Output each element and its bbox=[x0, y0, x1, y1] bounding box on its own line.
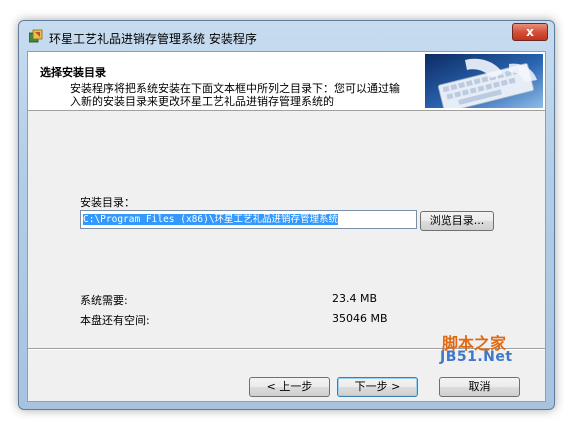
site-watermark: 脚本之家 JB51.Net bbox=[438, 330, 534, 370]
browse-button[interactable]: 浏览目录... bbox=[420, 211, 494, 231]
install-path-text: C:\Program Files (x86)\环星工艺礼品进销存管理系统 bbox=[83, 214, 339, 225]
title-bar[interactable]: 环星工艺礼品进销存管理系统 安装程序 x bbox=[19, 21, 554, 47]
page-description: 安装程序将把系统安装在下面文本框中所列之目录下：您可以通过输入新的安装目录来更改… bbox=[70, 82, 400, 108]
required-space-label: 系统需要: bbox=[80, 294, 128, 307]
page-title: 选择安装目录 bbox=[40, 66, 106, 79]
available-space-value: 35046 MB bbox=[332, 312, 388, 325]
close-button[interactable]: x bbox=[512, 23, 548, 41]
next-button[interactable]: 下一步 > bbox=[337, 377, 418, 397]
install-path-input[interactable]: C:\Program Files (x86)\环星工艺礼品进销存管理系统 bbox=[80, 210, 417, 229]
app-icon bbox=[29, 29, 43, 43]
install-dir-label: 安装目录： bbox=[80, 196, 135, 209]
available-space-label: 本盘还有空间: bbox=[80, 314, 150, 327]
watermark-text-en: JB51.Net bbox=[440, 349, 513, 365]
cancel-button[interactable]: 取消 bbox=[439, 377, 520, 397]
header-panel: 选择安装目录 安装程序将把系统安装在下面文本框中所列之目录下：您可以通过输入新的… bbox=[28, 52, 545, 111]
keyboard-image bbox=[425, 54, 543, 108]
required-space-value: 23.4 MB bbox=[332, 292, 378, 305]
window-title: 环星工艺礼品进销存管理系统 安装程序 bbox=[49, 32, 257, 46]
back-button[interactable]: < 上一步 bbox=[249, 377, 330, 397]
